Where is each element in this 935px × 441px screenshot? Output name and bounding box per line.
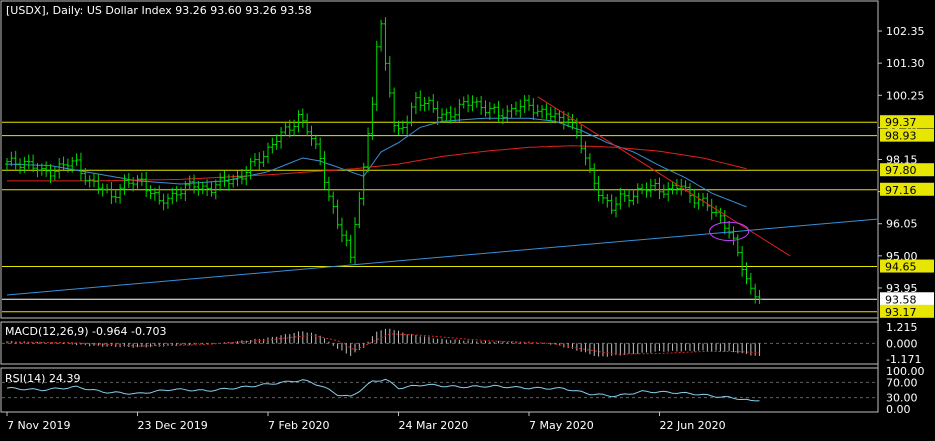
price-title: [USDX], Daily: US Dollar Index 93.26 93.… [6,4,312,17]
price-tick-label: 96.05 [886,218,918,231]
rsi-title: RSI(14) 24.39 [5,372,80,385]
price-level-label: 93.17 [885,306,917,319]
date-tick-label: 23 Dec 2019 [138,419,208,432]
rsi-tick-label: 0.00 [886,403,911,416]
price-tick-label: 100.25 [886,89,925,102]
chart-background [0,0,935,437]
price-level-label: 94.65 [885,261,917,274]
price-tick-label: 101.30 [886,57,925,70]
date-tick-label: 24 Mar 2020 [399,419,469,432]
price-level-label: 98.93 [885,130,917,143]
rsi-tick-label: 70.00 [886,376,918,389]
price-level-label: 97.80 [885,164,917,177]
price-level-label: 93.58 [885,293,917,306]
macd-title: MACD(12,26,9) -0.964 -0.703 [5,325,166,338]
date-tick-label: 7 Feb 2020 [268,419,329,432]
price-level-label: 97.16 [885,184,917,197]
date-tick-label: 7 May 2020 [529,419,594,432]
date-tick-label: 22 Jun 2020 [660,419,726,432]
price-level-label: 99.37 [885,116,917,129]
date-tick-label: 7 Nov 2019 [7,419,70,432]
price-tick-label: 102.35 [886,25,925,38]
macd-tick-label: 1.215 [886,321,918,334]
chart-svg: 102.35101.30100.2599.2098.1597.1096.0595… [0,0,935,437]
usdx-chart: 102.35101.30100.2599.2098.1597.1096.0595… [0,0,935,437]
macd-tick-label: 0.000 [886,337,918,350]
